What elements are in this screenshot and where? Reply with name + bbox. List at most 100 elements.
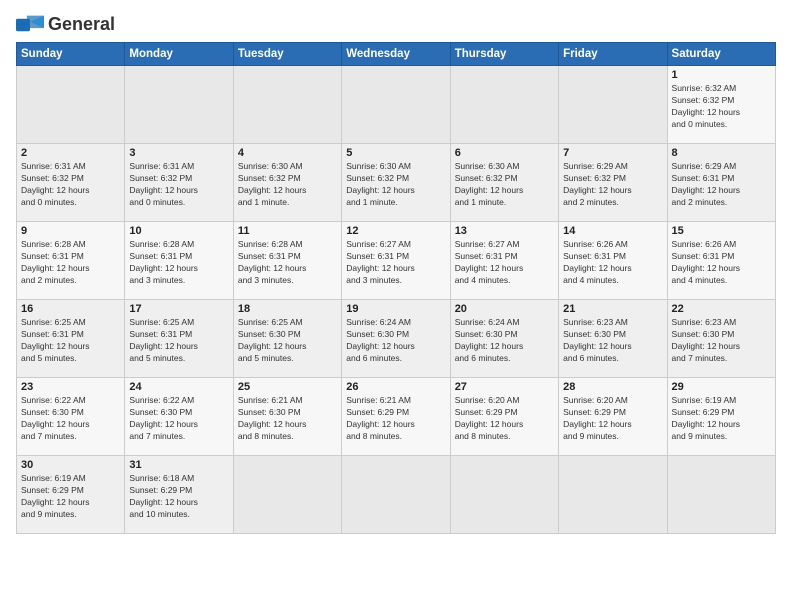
day-info: Sunrise: 6:26 AMSunset: 6:31 PMDaylight:…	[563, 239, 662, 287]
calendar-cell: 15Sunrise: 6:26 AMSunset: 6:31 PMDayligh…	[667, 222, 775, 300]
day-number: 9	[21, 225, 120, 237]
calendar-week-row: 23 Sunrise: 6:22 AMSunset: 6:30 PMDayligh…	[17, 378, 776, 456]
calendar-cell: 27 Sunrise: 6:20 AMSunset: 6:29 PMDayligh…	[450, 378, 558, 456]
calendar-cell: 1 Sunrise: 6:32 AMSunset: 6:32 PMDaylight…	[667, 66, 775, 144]
calendar-cell: 7 Sunrise: 6:29 AMSunset: 6:32 PMDaylight…	[559, 144, 667, 222]
calendar-cell	[667, 456, 775, 534]
calendar-cell	[342, 66, 450, 144]
day-number: 12	[346, 225, 445, 237]
calendar-week-row: 2Sunrise: 6:31 AMSunset: 6:32 PMDaylight…	[17, 144, 776, 222]
day-info: Sunrise: 6:30 AMSunset: 6:32 PMDaylight:…	[346, 161, 445, 209]
col-sunday: Sunday	[17, 43, 125, 66]
col-wednesday: Wednesday	[342, 43, 450, 66]
day-info: Sunrise: 6:30 AMSunset: 6:32 PMDaylight:…	[238, 161, 337, 209]
calendar-cell: 31Sunrise: 6:18 AMSunset: 6:29 PMDayligh…	[125, 456, 233, 534]
day-number: 14	[563, 225, 662, 237]
calendar-week-row: 16 Sunrise: 6:25 AMSunset: 6:31 PMDayligh…	[17, 300, 776, 378]
calendar-cell: 25Sunrise: 6:21 AMSunset: 6:30 PMDayligh…	[233, 378, 341, 456]
day-number: 24	[129, 381, 228, 393]
logo: General	[16, 14, 115, 36]
calendar-table: Sunday Monday Tuesday Wednesday Thursday…	[16, 42, 776, 534]
day-number: 22	[672, 303, 771, 315]
day-number: 7	[563, 147, 662, 159]
day-number: 11	[238, 225, 337, 237]
day-number: 16	[21, 303, 120, 315]
calendar-cell	[125, 66, 233, 144]
day-info: Sunrise: 6:29 AMSunset: 6:32 PMDaylight:…	[563, 161, 662, 209]
calendar-cell: 4 Sunrise: 6:30 AMSunset: 6:32 PMDaylight…	[233, 144, 341, 222]
day-info: Sunrise: 6:32 AMSunset: 6:32 PMDaylight:…	[672, 83, 771, 131]
day-number: 8	[672, 147, 771, 159]
day-info: Sunrise: 6:25 AMSunset: 6:30 PMDaylight:…	[238, 317, 337, 365]
calendar-cell: 3 Sunrise: 6:31 AMSunset: 6:32 PMDaylight…	[125, 144, 233, 222]
calendar-week-row: 9Sunrise: 6:28 AMSunset: 6:31 PMDaylight…	[17, 222, 776, 300]
day-number: 6	[455, 147, 554, 159]
day-number: 31	[129, 459, 228, 471]
day-info: Sunrise: 6:19 AMSunset: 6:29 PMDaylight:…	[21, 473, 120, 521]
calendar-cell	[233, 456, 341, 534]
col-thursday: Thursday	[450, 43, 558, 66]
logo-text: General	[48, 15, 115, 35]
day-number: 21	[563, 303, 662, 315]
calendar-cell: 14 Sunrise: 6:26 AMSunset: 6:31 PMDayligh…	[559, 222, 667, 300]
calendar-cell: 30 Sunrise: 6:19 AMSunset: 6:29 PMDayligh…	[17, 456, 125, 534]
calendar-cell: 19Sunrise: 6:24 AMSunset: 6:30 PMDayligh…	[342, 300, 450, 378]
day-number: 1	[672, 69, 771, 81]
day-number: 19	[346, 303, 445, 315]
day-number: 23	[21, 381, 120, 393]
day-number: 4	[238, 147, 337, 159]
day-number: 26	[346, 381, 445, 393]
day-info: Sunrise: 6:25 AMSunset: 6:31 PMDaylight:…	[21, 317, 120, 365]
day-info: Sunrise: 6:21 AMSunset: 6:30 PMDaylight:…	[238, 395, 337, 443]
calendar-cell: 26 Sunrise: 6:21 AMSunset: 6:29 PMDayligh…	[342, 378, 450, 456]
day-number: 29	[672, 381, 771, 393]
calendar-cell	[342, 456, 450, 534]
day-info: Sunrise: 6:21 AMSunset: 6:29 PMDaylight:…	[346, 395, 445, 443]
day-info: Sunrise: 6:24 AMSunset: 6:30 PMDaylight:…	[455, 317, 554, 365]
col-monday: Monday	[125, 43, 233, 66]
day-info: Sunrise: 6:29 AMSunset: 6:31 PMDaylight:…	[672, 161, 771, 209]
day-number: 27	[455, 381, 554, 393]
day-info: Sunrise: 6:22 AMSunset: 6:30 PMDaylight:…	[21, 395, 120, 443]
calendar-cell: 9Sunrise: 6:28 AMSunset: 6:31 PMDaylight…	[17, 222, 125, 300]
day-info: Sunrise: 6:27 AMSunset: 6:31 PMDaylight:…	[455, 239, 554, 287]
calendar-cell: 6 Sunrise: 6:30 AMSunset: 6:32 PMDaylight…	[450, 144, 558, 222]
calendar-header-row: Sunday Monday Tuesday Wednesday Thursday…	[17, 43, 776, 66]
calendar-cell	[559, 456, 667, 534]
col-tuesday: Tuesday	[233, 43, 341, 66]
calendar-cell: 5Sunrise: 6:30 AMSunset: 6:32 PMDaylight…	[342, 144, 450, 222]
calendar-cell	[17, 66, 125, 144]
day-info: Sunrise: 6:31 AMSunset: 6:32 PMDaylight:…	[129, 161, 228, 209]
day-number: 17	[129, 303, 228, 315]
day-info: Sunrise: 6:19 AMSunset: 6:29 PMDaylight:…	[672, 395, 771, 443]
calendar-cell: 28Sunrise: 6:20 AMSunset: 6:29 PMDayligh…	[559, 378, 667, 456]
calendar-cell: 13Sunrise: 6:27 AMSunset: 6:31 PMDayligh…	[450, 222, 558, 300]
calendar-cell: 17Sunrise: 6:25 AMSunset: 6:31 PMDayligh…	[125, 300, 233, 378]
day-info: Sunrise: 6:20 AMSunset: 6:29 PMDaylight:…	[455, 395, 554, 443]
col-friday: Friday	[559, 43, 667, 66]
day-info: Sunrise: 6:23 AMSunset: 6:30 PMDaylight:…	[563, 317, 662, 365]
calendar-cell: 11Sunrise: 6:28 AMSunset: 6:31 PMDayligh…	[233, 222, 341, 300]
calendar-cell: 22 Sunrise: 6:23 AMSunset: 6:30 PMDayligh…	[667, 300, 775, 378]
calendar-cell: 29 Sunrise: 6:19 AMSunset: 6:29 PMDayligh…	[667, 378, 775, 456]
day-number: 18	[238, 303, 337, 315]
calendar-cell: 18 Sunrise: 6:25 AMSunset: 6:30 PMDayligh…	[233, 300, 341, 378]
calendar-cell: 20 Sunrise: 6:24 AMSunset: 6:30 PMDayligh…	[450, 300, 558, 378]
day-number: 30	[21, 459, 120, 471]
calendar-cell: 24Sunrise: 6:22 AMSunset: 6:30 PMDayligh…	[125, 378, 233, 456]
day-info: Sunrise: 6:23 AMSunset: 6:30 PMDaylight:…	[672, 317, 771, 365]
day-info: Sunrise: 6:20 AMSunset: 6:29 PMDaylight:…	[563, 395, 662, 443]
day-info: Sunrise: 6:27 AMSunset: 6:31 PMDaylight:…	[346, 239, 445, 287]
day-info: Sunrise: 6:31 AMSunset: 6:32 PMDaylight:…	[21, 161, 120, 209]
logo-icon	[16, 14, 44, 36]
calendar-cell	[559, 66, 667, 144]
calendar-cell: 16 Sunrise: 6:25 AMSunset: 6:31 PMDayligh…	[17, 300, 125, 378]
day-info: Sunrise: 6:30 AMSunset: 6:32 PMDaylight:…	[455, 161, 554, 209]
calendar-week-row: 1 Sunrise: 6:32 AMSunset: 6:32 PMDaylight…	[17, 66, 776, 144]
calendar-cell	[233, 66, 341, 144]
calendar-cell: 21 Sunrise: 6:23 AMSunset: 6:30 PMDayligh…	[559, 300, 667, 378]
day-number: 10	[129, 225, 228, 237]
day-number: 3	[129, 147, 228, 159]
calendar-page: General Sunday Monday Tuesday Wednesday …	[0, 0, 792, 612]
day-number: 20	[455, 303, 554, 315]
